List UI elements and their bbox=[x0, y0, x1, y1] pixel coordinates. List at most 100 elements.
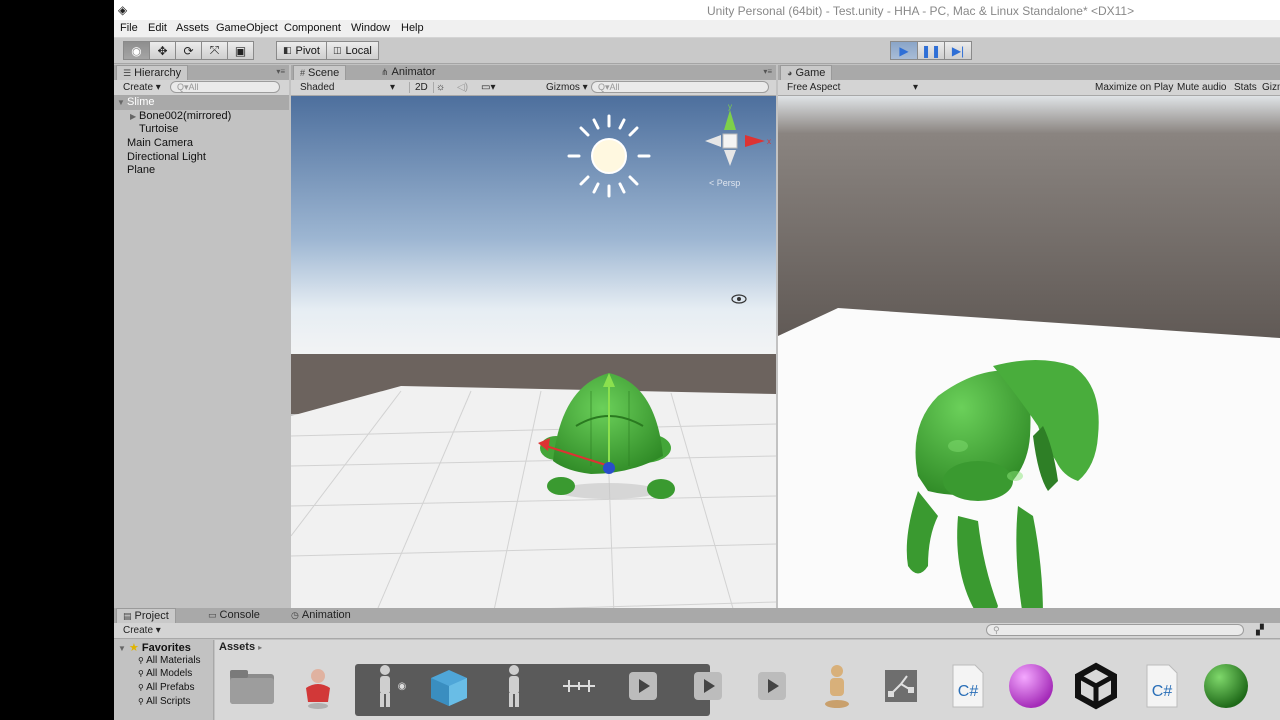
tab-scene-label: Scene bbox=[308, 67, 340, 79]
grid-icon: # bbox=[300, 68, 306, 78]
step-button[interactable]: ▶| bbox=[944, 41, 972, 60]
menu-edit[interactable]: Edit bbox=[148, 22, 167, 34]
favorite-all-models[interactable]: ⚲ All Models bbox=[138, 668, 192, 679]
hierarchy-item-directional-light[interactable]: Directional Light bbox=[114, 151, 289, 165]
menu-help[interactable]: Help bbox=[401, 22, 424, 34]
2d-toggle-button[interactable]: 2D bbox=[409, 82, 434, 93]
tab-console[interactable]: ▭ Console bbox=[202, 608, 266, 623]
hierarchy-item-slime[interactable]: ▼ Slime bbox=[114, 96, 289, 110]
move-tool-button[interactable]: ✥ bbox=[149, 41, 176, 60]
rect-icon: ▣ bbox=[234, 43, 247, 58]
scene-effects-icon[interactable]: ▭▾ bbox=[481, 82, 495, 93]
scale-icon: ⤧ bbox=[209, 43, 220, 57]
play-button[interactable]: ▶ bbox=[890, 41, 918, 60]
animation-clip-asset-1[interactable] bbox=[617, 660, 669, 712]
material-asset-green[interactable] bbox=[1200, 660, 1252, 712]
hierarchy-search-input[interactable]: Q▾All bbox=[170, 81, 280, 93]
step-icon: ▶| bbox=[951, 43, 965, 58]
tab-project[interactable]: ▤ Project bbox=[116, 608, 176, 623]
hierarchy-create-button[interactable]: Create ▾ bbox=[123, 82, 161, 93]
local-button[interactable]: ◫ Local bbox=[325, 41, 379, 60]
rotate-tool-button[interactable]: ⟳ bbox=[175, 41, 202, 60]
menu-assets[interactable]: Assets bbox=[176, 22, 209, 34]
material-asset-purple[interactable] bbox=[1005, 660, 1057, 712]
menu-component[interactable]: Component bbox=[284, 22, 341, 34]
game-render bbox=[778, 96, 1280, 671]
local-label: Local bbox=[345, 44, 372, 57]
project-tabstrip: ▤ Project ▭ Console ◷ Animation bbox=[114, 608, 1280, 623]
expand-arrow-icon: ▼ bbox=[118, 644, 126, 653]
stats-toggle[interactable]: Stats bbox=[1234, 82, 1257, 93]
animation-clip-icon bbox=[694, 672, 722, 700]
shading-mode-dropdown[interactable]: Shaded ▾ bbox=[300, 82, 395, 93]
model-asset-3[interactable] bbox=[811, 660, 863, 712]
favorite-all-materials[interactable]: ⚲ All Materials bbox=[138, 655, 201, 666]
tab-hierarchy[interactable]: ☰ Hierarchy bbox=[116, 65, 189, 80]
favorite-all-scripts[interactable]: ⚲ All Scripts bbox=[138, 696, 191, 707]
hierarchy-item-plane[interactable]: Plane bbox=[114, 164, 289, 178]
unity-scene-asset[interactable] bbox=[1070, 660, 1122, 712]
expand-toggle[interactable]: ◉ bbox=[395, 660, 409, 712]
character-prefab-asset[interactable] bbox=[292, 660, 344, 712]
animator-icon: ⋔ bbox=[381, 67, 389, 77]
menu-file[interactable]: File bbox=[120, 22, 138, 34]
favorite-label: All Scripts bbox=[146, 696, 191, 707]
game-gizmos-dropdown[interactable]: Gizmos bbox=[1262, 82, 1280, 93]
folder-asset[interactable] bbox=[226, 660, 278, 712]
console-icon: ▭ bbox=[208, 610, 217, 620]
tab-animator[interactable]: ⋔ Animator bbox=[375, 65, 442, 80]
svg-text:y: y bbox=[728, 102, 732, 111]
csharp-script-asset-1[interactable]: C# bbox=[941, 660, 993, 712]
favorite-all-prefabs[interactable]: ⚲ All Prefabs bbox=[138, 682, 194, 693]
scale-tool-button[interactable]: ⤧ bbox=[201, 41, 228, 60]
circle-arrow-icon: ◉ bbox=[397, 680, 407, 692]
gizmos-label: Gizmos bbox=[546, 82, 580, 93]
tab-scene[interactable]: # Scene bbox=[293, 65, 347, 80]
avatar-asset[interactable] bbox=[553, 660, 605, 712]
menu-gameobject[interactable]: GameObject bbox=[216, 22, 278, 34]
hierarchy-create-label: Create bbox=[123, 82, 154, 93]
hand-tool-button[interactable]: ◉ bbox=[123, 41, 150, 60]
hierarchy-item-turtoise[interactable]: Turtoise bbox=[114, 123, 289, 137]
animator-controller-asset[interactable] bbox=[875, 660, 927, 712]
filter-icon[interactable]: ▞ bbox=[1256, 625, 1264, 636]
scene-search-input[interactable]: Q▾All bbox=[591, 81, 769, 93]
hierarchy-item-main-camera[interactable]: Main Camera bbox=[114, 137, 289, 151]
tab-project-label: Project bbox=[134, 610, 169, 622]
project-search-input[interactable]: ⚲ bbox=[986, 624, 1244, 636]
model-asset-2[interactable] bbox=[488, 660, 540, 712]
mesh-asset[interactable] bbox=[423, 660, 475, 712]
pause-button[interactable]: ❚❚ bbox=[917, 41, 945, 60]
favorites-header[interactable]: ▼ ★ Favorites bbox=[118, 641, 191, 654]
folder-icon: ▤ bbox=[123, 611, 132, 621]
scene-viewport[interactable]: y x < Persp bbox=[291, 96, 776, 671]
game-viewport[interactable] bbox=[778, 96, 1280, 671]
pivot-button[interactable]: ◧ Pivot bbox=[276, 41, 327, 60]
tab-animation[interactable]: ◷ Animation bbox=[285, 608, 357, 623]
assets-breadcrumb[interactable]: Assets ▸ bbox=[219, 641, 262, 653]
eye-icon: ◉ bbox=[131, 43, 142, 58]
animation-clip-asset-3[interactable] bbox=[746, 660, 798, 712]
cube-mesh-icon bbox=[431, 670, 467, 706]
expand-arrow-icon: ▼ bbox=[117, 98, 125, 107]
hierarchy-item-bone002[interactable]: ▶ Bone002(mirrored) bbox=[114, 110, 289, 124]
hierarchy-item-label: Directional Light bbox=[127, 150, 206, 163]
tab-game[interactable]: ◕ Game bbox=[780, 65, 833, 80]
csharp-script-asset-2[interactable]: C# bbox=[1135, 660, 1187, 712]
panel-menu-icon[interactable]: ▾≡ bbox=[276, 67, 285, 76]
animation-clip-asset-2[interactable] bbox=[682, 660, 734, 712]
csharp-script-icon: C# bbox=[1146, 664, 1178, 708]
maximize-on-play-toggle[interactable]: Maximize on Play bbox=[1095, 82, 1173, 93]
hierarchy-subbar: Create ▾ Q▾All bbox=[114, 80, 289, 96]
material-sphere-icon bbox=[1204, 664, 1248, 708]
perspective-label[interactable]: < Persp bbox=[709, 178, 740, 188]
gizmos-dropdown[interactable]: Gizmos ▾ bbox=[546, 82, 588, 93]
rect-tool-button[interactable]: ▣ bbox=[227, 41, 254, 60]
mute-audio-toggle[interactable]: Mute audio bbox=[1177, 82, 1226, 93]
menu-window[interactable]: Window bbox=[351, 22, 390, 34]
scene-audio-icon[interactable]: ◁) bbox=[457, 82, 468, 93]
scene-lighting-icon[interactable]: ☼ bbox=[436, 82, 445, 93]
project-create-button[interactable]: Create ▾ bbox=[123, 625, 161, 636]
aspect-dropdown[interactable]: Free Aspect ▾ bbox=[787, 82, 918, 93]
panel-menu-icon[interactable]: ▾≡ bbox=[763, 67, 772, 76]
